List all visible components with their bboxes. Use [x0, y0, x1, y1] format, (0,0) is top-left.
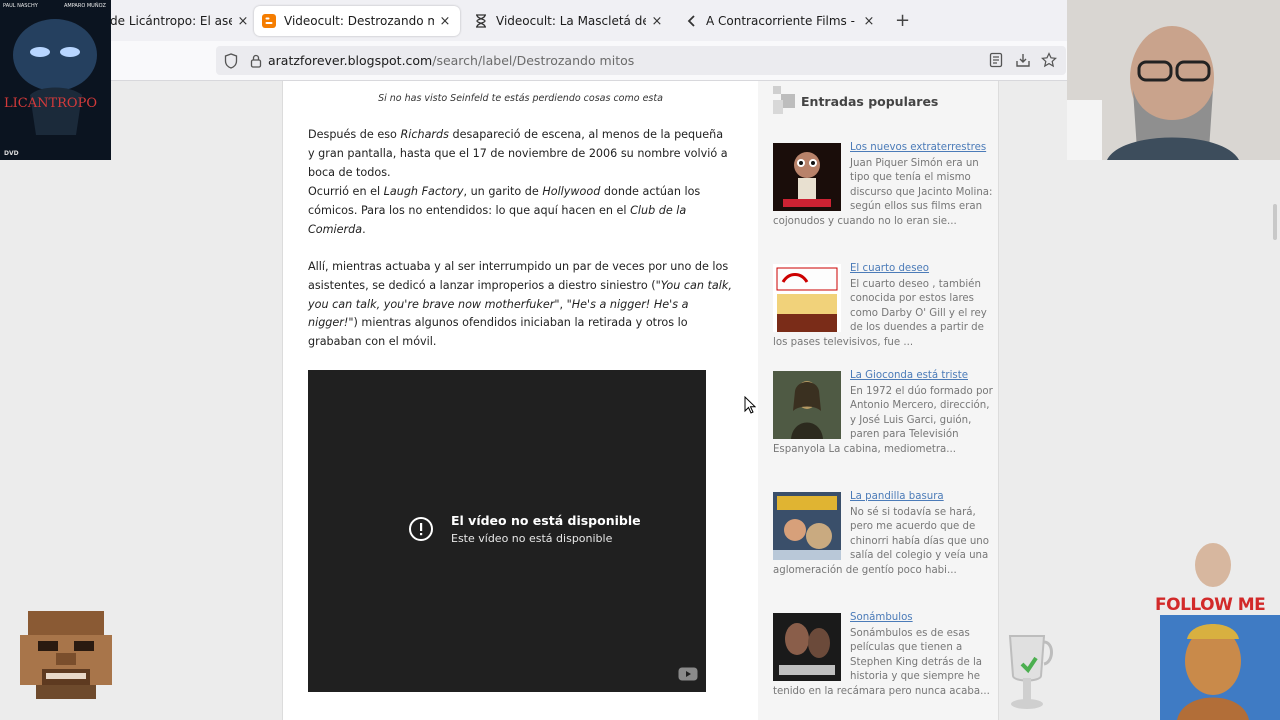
- post-thumbnail[interactable]: [773, 264, 841, 332]
- post-thumbnail[interactable]: [773, 492, 841, 560]
- poster-title: LICANTROPO: [4, 96, 97, 111]
- alert-icon: [408, 516, 434, 542]
- new-tab-button[interactable]: +: [895, 10, 910, 31]
- sidebar: Entradas populares Los nuevos extraterre…: [758, 81, 999, 720]
- url-domain: aratzforever.blogspot.com: [268, 53, 433, 68]
- blogger-icon: [262, 14, 276, 28]
- embedded-video-player[interactable]: El vídeo no está disponible Este vídeo n…: [308, 370, 706, 692]
- hourglass-icon: [474, 14, 488, 28]
- close-icon[interactable]: ×: [236, 14, 250, 29]
- popular-post-3: La Gioconda está triste En 1972 el dúo f…: [773, 369, 997, 457]
- shield-icon[interactable]: [224, 52, 238, 69]
- movie-poster-overlay: PAUL NASCHY AMPARO MUÑOZ LICANTROPO DVD: [0, 0, 111, 160]
- close-icon[interactable]: ×: [650, 14, 664, 29]
- close-icon[interactable]: ×: [862, 14, 876, 29]
- follow-me-overlay: FOLLOW ME: [1153, 543, 1280, 720]
- back-arrow-icon: [684, 14, 698, 28]
- url-text[interactable]: aratzforever.blogspot.com/search/label/D…: [268, 53, 634, 68]
- popular-post-4: La pandilla basura No sé si todavía se h…: [773, 490, 997, 578]
- post-paragraph-1: Después de eso Richards desapareció de e…: [308, 128, 728, 179]
- post-paragraph-2: Ocurrió en el Laugh Factory, un garito d…: [308, 185, 701, 236]
- poster-credit-left: PAUL NASCHY: [3, 3, 38, 9]
- tab-destrozando-mitos[interactable]: Videocult: Destrozando mitos ×: [254, 6, 460, 36]
- video-error-title: El vídeo no está disponible: [451, 513, 641, 528]
- widget-icon: [773, 86, 795, 118]
- tab-mascleta[interactable]: Videocult: La Mascletá de Pique ×: [474, 6, 664, 36]
- poster-credit-right: AMPARO MUÑOZ: [64, 3, 106, 9]
- video-error-subtitle: Este vídeo no está disponible: [451, 532, 613, 545]
- save-to-pocket-icon[interactable]: [1015, 52, 1031, 68]
- tab-contracorriente[interactable]: A Contracorriente Films - Licánt ×: [684, 6, 876, 36]
- tab-title: Videocult: La Mascletá de Pique: [496, 14, 646, 28]
- address-bar[interactable]: aratzforever.blogspot.com/search/label/D…: [216, 46, 1066, 75]
- post-thumbnail[interactable]: [773, 371, 841, 439]
- post-paragraph-3: Allí, mientras actuaba y al ser interrum…: [308, 260, 732, 349]
- youtube-logo-icon[interactable]: [678, 667, 698, 681]
- follow-me-label: FOLLOW ME: [1155, 595, 1266, 615]
- tab-title: Videocult: Destrozando mitos: [284, 14, 434, 28]
- lock-icon[interactable]: [250, 54, 262, 68]
- beer-mug-icon: [1000, 632, 1056, 712]
- popular-post-5: Sonámbulos Sonámbulos es de esas películ…: [773, 611, 997, 699]
- mouse-cursor-icon: [744, 395, 757, 418]
- url-path: /search/label/Destrozando mitos: [432, 53, 635, 68]
- bookmark-star-icon[interactable]: [1041, 52, 1057, 68]
- page-scrollbar[interactable]: [1273, 204, 1277, 240]
- tab-licantropo[interactable]: de Licántropo: El asesin ×: [110, 6, 250, 36]
- webcam-overlay: [1067, 0, 1280, 160]
- blog-post: Si no has visto Seinfeld te estás perdie…: [282, 81, 758, 720]
- image-caption: Si no has visto Seinfeld te estás perdie…: [378, 93, 663, 104]
- pixel-face-overlay: [16, 607, 116, 699]
- post-thumbnail[interactable]: [773, 613, 841, 681]
- dvd-logo: DVD: [4, 150, 19, 157]
- video-unavailable-message: El vídeo no está disponible Este vídeo n…: [408, 513, 641, 545]
- close-icon[interactable]: ×: [438, 14, 452, 29]
- popular-post-1: Los nuevos extraterrestres Juan Piquer S…: [773, 141, 997, 229]
- popular-posts-title: Entradas populares: [801, 94, 939, 109]
- tab-title: A Contracorriente Films - Licánt: [706, 14, 858, 28]
- popular-post-2: El cuarto deseo El cuarto deseo , tambié…: [773, 262, 997, 350]
- web-page: Si no has visto Seinfeld te estás perdie…: [0, 81, 1280, 720]
- tab-title: de Licántropo: El asesin: [110, 14, 232, 28]
- post-thumbnail[interactable]: [773, 143, 841, 211]
- reader-view-icon[interactable]: [989, 52, 1005, 68]
